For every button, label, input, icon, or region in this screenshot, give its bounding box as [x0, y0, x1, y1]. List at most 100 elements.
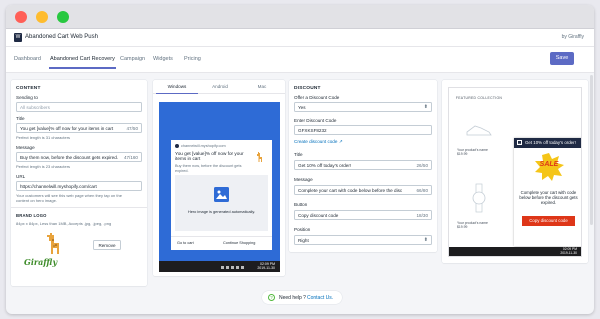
notification-title: You get [value]% off now for your items …	[175, 151, 244, 162]
image-icon	[214, 187, 229, 202]
product-image-shoe[interactable]	[455, 114, 503, 144]
sending-to-field[interactable]: All subscribers	[16, 102, 142, 112]
discount-message-input[interactable]: Complete your cart with code below befor…	[294, 185, 432, 195]
discount-title-label: Title	[294, 152, 303, 157]
tab-mac[interactable]: Mac	[241, 80, 283, 94]
position-select[interactable]: Right ⬍	[294, 235, 432, 245]
product-price-2: $19.99	[457, 225, 468, 229]
sale-starburst-icon: SALE	[533, 152, 565, 182]
store-taskbar-clock: 02:09 PM 2019-11-30	[560, 247, 577, 255]
discount-message-label: Message	[294, 177, 313, 182]
discount-title-input[interactable]: Get 10% off today's order! 26/50	[294, 160, 432, 170]
taskbar-date: 2019-11-30	[257, 265, 275, 270]
discount-title-value: Get 10% off today's order!	[298, 163, 352, 168]
offer-discount-label: Offer a Discount Code	[294, 95, 340, 100]
product-image-watch[interactable]	[455, 178, 503, 218]
hero-image: Hero image is generated automatically.	[175, 175, 268, 231]
brand-logo-heading: BRAND LOGO	[16, 213, 47, 218]
notification-actions: Go to cart Continue Shopping	[171, 236, 272, 250]
discount-button-input[interactable]: Copy discount code 18/30	[294, 210, 432, 220]
copy-discount-code-button[interactable]: Copy discount code	[522, 216, 575, 226]
discount-button-label: Button	[294, 202, 308, 207]
store-taskbar: 02:09 PM 2019-11-30	[449, 247, 581, 256]
create-discount-link[interactable]: Create discount code ↗	[294, 139, 343, 145]
taskbar: 02:09 PM 2019-11-30	[159, 261, 280, 272]
remove-logo-button[interactable]: Remove	[93, 240, 121, 250]
discount-code-input[interactable]: GFXKSF8232	[294, 125, 432, 135]
title-help: Perfect length is 31 characters	[16, 135, 71, 140]
external-link-icon: ↗	[338, 139, 343, 144]
discount-panel: DISCOUNT Offer a Discount Code Yes ⬍ Ent…	[289, 80, 437, 252]
tab-dashboard[interactable]: Dashboard	[14, 56, 41, 62]
discount-button-count: 18/30	[416, 213, 429, 218]
discount-message-value: Complete your cart with code below befor…	[298, 188, 403, 193]
select-caret-icon: ⬍	[423, 237, 428, 243]
giraffe-logo-icon	[39, 232, 65, 256]
title-label: Title	[16, 116, 25, 121]
contact-us-link[interactable]: Contact Us.	[307, 295, 333, 301]
store-preview-frame: FEATURED COLLECTION Your product's name …	[448, 87, 582, 257]
giraffe-badge-icon	[253, 151, 265, 163]
device-tabs: Windows Android Mac	[153, 80, 285, 94]
help-text: Need help ?	[279, 294, 306, 301]
windows-preview-panel: Windows Android Mac 02:09 PM 2019-11-30 …	[153, 80, 285, 276]
message-char-count: 47/160	[123, 155, 138, 160]
close-window-button[interactable]	[15, 11, 27, 23]
url-input[interactable]: https://channelwill.myshopify.com/cart	[16, 181, 142, 191]
window-titlebar	[6, 5, 594, 29]
main-nav: Dashboard Abandoned Cart Recovery Campai…	[6, 47, 594, 73]
discount-title-count: 26/50	[416, 163, 429, 168]
title-input[interactable]: You get [value]% off now for your items …	[16, 123, 142, 133]
store-taskbar-date: 2019-11-30	[560, 250, 577, 255]
sending-to-label: Sending to	[16, 95, 38, 100]
notification-domain: channelwill.myshopify.com	[181, 144, 226, 148]
sale-text: SALE	[539, 161, 559, 168]
tab-abandoned-cart-recovery[interactable]: Abandoned Cart Recovery	[49, 56, 116, 69]
push-notification-card[interactable]: channelwill.myshopify.com You get [value…	[171, 140, 272, 250]
chrome-icon	[175, 144, 179, 148]
url-help-line-2: content on hero image.	[16, 198, 57, 203]
store-preview-panel: FEATURED COLLECTION Your product's name …	[442, 80, 588, 263]
scrollbar[interactable]	[590, 75, 593, 225]
select-caret-icon: ⬍	[423, 104, 428, 110]
tab-windows[interactable]: Windows	[156, 80, 198, 94]
discount-heading: DISCOUNT	[294, 86, 321, 91]
go-to-cart-action[interactable]: Go to cart	[177, 241, 194, 245]
create-discount-link-text: Create discount code	[294, 139, 338, 144]
app-title: Abandoned Cart Web Push	[25, 34, 98, 40]
app-logo-icon: W	[14, 33, 22, 42]
tray-icons	[221, 265, 247, 269]
tab-android[interactable]: Android	[199, 80, 241, 94]
zoom-window-button[interactable]	[57, 11, 69, 23]
popup-message: Complete your cart with code below befor…	[519, 190, 578, 206]
discount-popup[interactable]: – Get 10% off today's order! SALE Comple…	[514, 138, 581, 246]
taskbar-clock: 02:09 PM 2019-11-30	[249, 262, 275, 271]
popup-minimize-icon[interactable]: –	[517, 140, 522, 145]
popup-title: Get 10% off today's order!	[525, 140, 576, 145]
message-input[interactable]: Buy them now, before the discount gets e…	[16, 152, 142, 162]
help-footer: ? Need help ? Contact Us.	[262, 291, 342, 304]
giraffly-logo-text: Giraffly	[24, 257, 58, 267]
help-question-icon: ?	[268, 294, 275, 301]
notification-message: Buy them now, before the discount gets e…	[175, 164, 242, 173]
tab-widgets[interactable]: Widgets	[153, 56, 173, 62]
position-value: Right	[298, 238, 309, 243]
featured-collection-heading: FEATURED COLLECTION	[455, 96, 503, 100]
tab-campaign[interactable]: Campaign	[120, 56, 145, 62]
tab-pricing[interactable]: Pricing	[184, 56, 201, 62]
minimize-window-button[interactable]	[36, 11, 48, 23]
content-panel: CONTENT Sending to All subscribers Title…	[11, 80, 147, 286]
position-label: Position	[294, 227, 311, 232]
title-input-value: You get [value]% off now for your items …	[20, 126, 114, 131]
discount-button-value: Copy discount code	[298, 213, 339, 218]
save-button[interactable]: Save	[550, 52, 574, 65]
hero-image-text: Hero image is generated automatically.	[187, 209, 256, 214]
app-byline[interactable]: by Giraffly	[562, 34, 584, 40]
message-input-value: Buy them now, before the discount gets e…	[20, 155, 119, 160]
continue-shopping-action[interactable]: Continue Shopping	[223, 241, 255, 245]
discount-code-label: Enter Discount Code	[294, 118, 337, 123]
app-window: W Abandoned Cart Web Push by Giraffly Da…	[6, 5, 594, 314]
windows-desktop: 02:09 PM 2019-11-30 channelwill.myshopif…	[159, 102, 280, 272]
offer-discount-select[interactable]: Yes ⬍	[294, 102, 432, 112]
content-heading: CONTENT	[16, 86, 41, 91]
